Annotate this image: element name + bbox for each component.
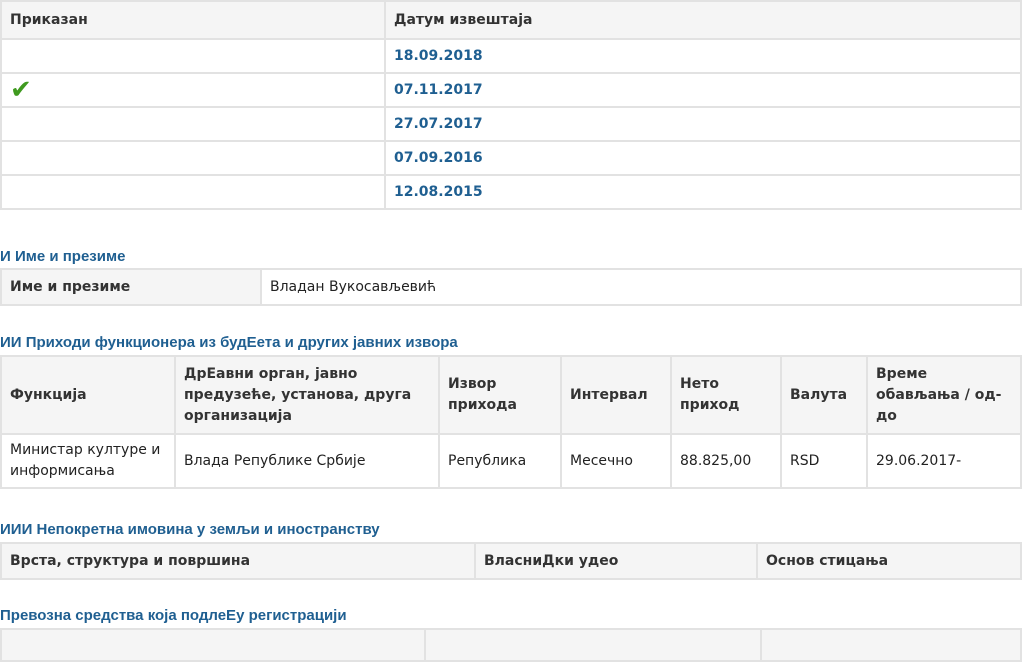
vehicles-header-cell [760,628,1022,662]
header-acquisition-basis: Основ стицања [756,542,1022,580]
cell-interval: Месечно [560,433,672,489]
table-row[interactable]: ✔ 07.11.2017 [0,72,1022,108]
checkmark-icon: ✔ [10,75,32,105]
report-date-link[interactable]: 12.08.2015 [384,174,1022,210]
table-row[interactable]: 12.08.2015 [0,174,1022,210]
vehicles-header-row [0,628,1022,662]
cell-currency: RSD [780,433,868,489]
income-header-row: Функција ДрЕавни орган, јавно предузеће,… [0,355,1022,435]
header-interval: Интервал [560,355,672,435]
vehicles-header-cell [0,628,426,662]
report-date-link[interactable]: 07.09.2016 [384,140,1022,176]
header-report-date: Датум извештаја [384,0,1022,40]
vehicles-table [0,628,1022,662]
header-period: Време обављања / од-до [866,355,1022,435]
section-title-income: ИИ Приходи функционера из будЕета и друг… [0,334,458,351]
name-value: Владан Вукосављевић [260,268,1022,306]
cell-organization: Влада Републике Србије [174,433,440,489]
shown-cell [0,174,386,210]
header-function: Функција [0,355,176,435]
report-date-link[interactable]: 18.09.2018 [384,38,1022,74]
shown-cell [0,140,386,176]
property-table: Врста, структура и површина ВласниДки уд… [0,542,1022,580]
header-net-income: Нето приход [670,355,782,435]
reports-table: Приказан Датум извештаја 18.09.2018 ✔ 07… [0,0,1022,210]
header-ownership-share: ВласниДки удео [474,542,758,580]
vehicles-header-cell [424,628,762,662]
name-table: Име и презиме Владан Вукосављевић [0,268,1022,306]
shown-cell [0,106,386,142]
table-row[interactable]: 18.09.2018 [0,38,1022,74]
table-row[interactable]: 07.09.2016 [0,140,1022,176]
income-table: Функција ДрЕавни орган, јавно предузеће,… [0,355,1022,489]
header-organization: ДрЕавни орган, јавно предузеће, установа… [174,355,440,435]
report-date-link[interactable]: 07.11.2017 [384,72,1022,108]
table-row: Име и презиме Владан Вукосављевић [0,268,1022,306]
property-header-row: Врста, структура и површина ВласниДки уд… [0,542,1022,580]
name-label: Име и презиме [0,268,262,306]
shown-cell [0,38,386,74]
table-row: Министар културе и информисања Влада Реп… [0,433,1022,489]
shown-cell: ✔ [0,72,386,108]
report-date-link[interactable]: 27.07.2017 [384,106,1022,142]
cell-net-income: 88.825,00 [670,433,782,489]
header-income-source: Извор прихода [438,355,562,435]
section-title-vehicles: Превозна средства која подлеЕу регистрац… [0,607,347,624]
cell-income-source: Република [438,433,562,489]
header-shown: Приказан [0,0,386,40]
table-row[interactable]: 27.07.2017 [0,106,1022,142]
section-title-property: ИИИ Непокретна имовина у земљи и иностра… [0,521,380,538]
cell-function: Министар културе и информисања [0,433,176,489]
header-currency: Валута [780,355,868,435]
header-property-type: Врста, структура и површина [0,542,476,580]
cell-period: 29.06.2017- [866,433,1022,489]
reports-header-row: Приказан Датум извештаја [0,0,1022,40]
section-title-name: И Име и презиме [0,248,126,265]
